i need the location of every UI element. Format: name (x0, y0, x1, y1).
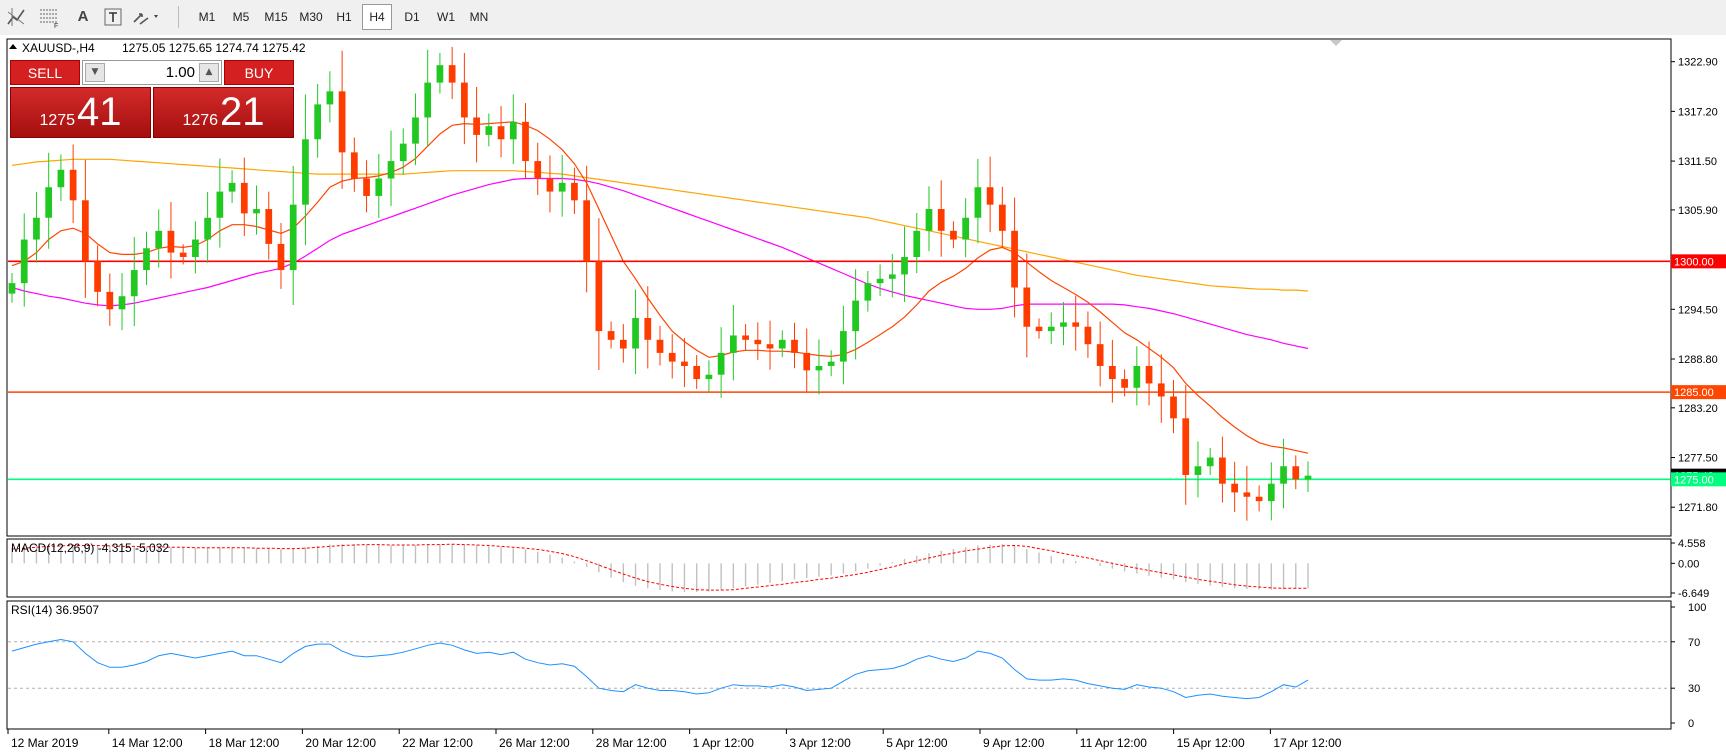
macd-axis-label: -6.649 (1678, 588, 1709, 600)
ask-price-button[interactable]: 127621 (153, 87, 294, 138)
time-axis-label: 9 Apr 12:00 (983, 736, 1045, 750)
toolbar: F A M1 M5 M15 M30 H1 H4 D1 W1 MN (0, 0, 1726, 36)
timeframe-h4-button[interactable]: H4 (362, 4, 392, 30)
time-axis-label: 26 Mar 12:00 (499, 736, 570, 750)
time-axis-label: 15 Apr 12:00 (1177, 736, 1245, 750)
price-axis-label: 1305.90 (1678, 205, 1718, 217)
ask-price-pips: 21 (220, 90, 265, 134)
price-axis-label: 1277.50 (1678, 453, 1718, 465)
ask-price-prefix: 1276 (182, 112, 219, 129)
timeframe-m1-button[interactable]: M1 (193, 4, 221, 30)
time-axis-label: 5 Apr 12:00 (886, 736, 948, 750)
price-axis-label: 1283.20 (1678, 403, 1718, 415)
level-tag-1285.00: 1285.00 (1674, 387, 1714, 399)
text-tool-icon[interactable]: A (70, 4, 96, 30)
time-axis-label: 1 Apr 12:00 (693, 736, 755, 750)
volume-value[interactable]: 1.00 (166, 61, 195, 84)
price-axis-label: 1311.50 (1678, 156, 1717, 168)
bid-price-pips: 41 (77, 90, 122, 134)
timeframe-h1-button[interactable]: H1 (330, 4, 358, 30)
volume-field[interactable]: ▼ 1.00 ▲ (82, 60, 222, 85)
svg-text:F: F (54, 23, 58, 30)
chart-ohlc: 1275.05 1275.65 1274.74 1275.42 (122, 41, 306, 55)
chart-symbol: XAUUSD-,H4 (22, 41, 95, 55)
price-axis-label: 1294.50 (1678, 304, 1718, 316)
time-axis-label: 3 Apr 12:00 (789, 736, 851, 750)
macd-axis-label: 4.558 (1678, 538, 1706, 550)
timeframe-m30-button[interactable]: M30 (294, 4, 328, 30)
time-axis-label: 12 Mar 2019 (11, 736, 79, 750)
text-label-tool-icon[interactable] (100, 4, 126, 30)
price-axis-label: 1288.80 (1678, 354, 1718, 366)
time-axis-label: 22 Mar 12:00 (402, 736, 473, 750)
rsi-axis-label: 100 (1688, 602, 1706, 614)
timeframe-w1-button[interactable]: W1 (432, 4, 460, 30)
level-tag-1275.00: 1275.00 (1674, 474, 1714, 486)
time-axis-label: 20 Mar 12:00 (305, 736, 376, 750)
time-axis-label: 11 Apr 12:00 (1080, 736, 1147, 750)
bid-price-button[interactable]: 127541 (10, 87, 151, 138)
time-axis-label: 17 Apr 12:00 (1273, 736, 1341, 750)
level-tag-1300.00: 1300.00 (1674, 256, 1714, 268)
time-axis-label: 14 Mar 12:00 (112, 736, 183, 750)
toolbar-separator (178, 6, 179, 28)
time-axis-label: 18 Mar 12:00 (209, 736, 280, 750)
crosshair-indicator-icon[interactable] (4, 4, 30, 30)
buy-button[interactable]: BUY (224, 60, 294, 85)
sell-button[interactable]: SELL (10, 60, 80, 85)
timeframe-m15-button[interactable]: M15 (259, 4, 293, 30)
price-axis-label: 1271.80 (1678, 502, 1718, 514)
rsi-label: RSI(14) 36.9507 (11, 603, 99, 617)
time-axis-label: 28 Mar 12:00 (596, 736, 667, 750)
volume-down-icon[interactable]: ▼ (85, 63, 105, 82)
timeframe-m5-button[interactable]: M5 (226, 4, 256, 30)
arrows-tool-icon[interactable] (130, 4, 164, 30)
price-axis-label: 1322.90 (1678, 57, 1718, 69)
macd-label: MACD(12,26,9) -4.315 -5.032 (11, 541, 169, 555)
volume-up-icon[interactable]: ▲ (199, 63, 219, 82)
macd-axis-label: 0.00 (1678, 558, 1699, 570)
timeframe-mn-button[interactable]: MN (464, 4, 494, 30)
fibonacci-icon[interactable]: F (36, 4, 62, 30)
rsi-axis-label: 30 (1688, 683, 1700, 695)
bid-price-prefix: 1275 (39, 112, 76, 129)
timeframe-d1-button[interactable]: D1 (398, 4, 426, 30)
rsi-axis-label: 70 (1688, 637, 1700, 649)
price-axis-label: 1317.20 (1678, 106, 1718, 118)
rsi-axis-label: 0 (1688, 718, 1694, 730)
one-click-trade-panel: SELL ▼ 1.00 ▲ BUY 127541 127621 (10, 60, 294, 138)
